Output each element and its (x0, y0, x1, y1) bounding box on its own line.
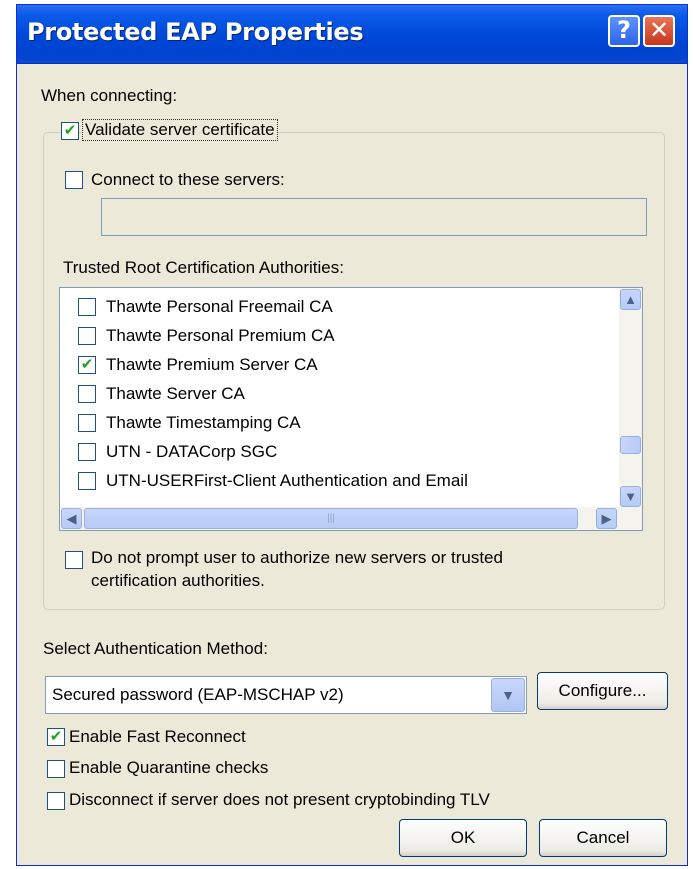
trusted-authorities-list[interactable]: Thawte Personal Freemail CA Thawte Perso… (59, 287, 643, 531)
fast-reconnect-checkbox[interactable]: ✔ (47, 728, 65, 746)
list-item[interactable]: UTN-USERFirst-Client Authentication and … (60, 467, 620, 496)
cancel-button[interactable]: Cancel (539, 819, 667, 857)
auth-method-select[interactable]: Secured password (EAP-MSCHAP v2) ▼ (45, 676, 527, 714)
list-item[interactable]: Thawte Timestamping CA (60, 409, 620, 438)
list-item[interactable]: Thawte Personal Freemail CA (60, 293, 620, 322)
horizontal-scroll-thumb[interactable]: ||| (84, 508, 578, 529)
list-item[interactable]: Thawte Personal Premium CA (60, 322, 620, 351)
no-prompt-label-line2[interactable]: certification authorities. (91, 571, 265, 591)
help-button[interactable]: ? (608, 15, 640, 47)
cryptobinding-checkbox[interactable] (47, 792, 65, 810)
quarantine-label[interactable]: Enable Quarantine checks (69, 758, 268, 778)
vertical-scrollbar[interactable]: ▲ ▼ (619, 288, 642, 508)
auth-method-value: Secured password (EAP-MSCHAP v2) (52, 685, 344, 704)
close-button[interactable]: ✕ (643, 15, 675, 47)
quarantine-checkbox[interactable] (47, 760, 65, 778)
ok-button[interactable]: OK (399, 819, 527, 857)
authority-checkbox[interactable] (78, 443, 96, 461)
scroll-up-icon[interactable]: ▲ (620, 289, 641, 310)
scroll-left-icon[interactable]: ◀ (61, 508, 82, 529)
vertical-scroll-thumb[interactable] (620, 436, 641, 454)
configure-button[interactable]: Configure... (537, 672, 668, 710)
authority-checkbox[interactable]: ✔ (78, 356, 96, 374)
authority-name: Thawte Personal Freemail CA (106, 297, 333, 316)
connect-servers-checkbox[interactable] (65, 171, 83, 189)
authority-name: UTN - DATACorp SGC (106, 442, 278, 461)
authority-checkbox[interactable] (78, 298, 96, 316)
list-item[interactable]: ✔ Thawte Premium Server CA (60, 351, 620, 380)
authority-name: Thawte Personal Premium CA (106, 326, 335, 345)
connect-servers-label[interactable]: Connect to these servers: (91, 170, 285, 190)
authority-checkbox[interactable] (78, 414, 96, 432)
authority-checkbox[interactable] (78, 327, 96, 345)
title-bar[interactable]: Protected EAP Properties ? ✕ (17, 5, 687, 64)
fast-reconnect-label[interactable]: Enable Fast Reconnect (69, 727, 246, 747)
dialog-window: Protected EAP Properties ? ✕ When connec… (16, 4, 688, 866)
authority-name: Thawte Timestamping CA (106, 413, 301, 432)
cryptobinding-label[interactable]: Disconnect if server does not present cr… (69, 790, 490, 810)
horizontal-scrollbar[interactable]: ◀ ||| ▶ (60, 507, 642, 530)
window-title: Protected EAP Properties (27, 18, 364, 46)
scroll-right-icon[interactable]: ▶ (596, 508, 617, 529)
auth-method-label: Select Authentication Method: (43, 639, 268, 658)
validate-cert-label[interactable]: Validate server certificate (82, 119, 278, 141)
list-item[interactable]: Thawte Server CA (60, 380, 620, 409)
authority-name: UTN-USERFirst-Client Authentication and … (106, 471, 468, 490)
when-connecting-label: When connecting: (41, 86, 178, 105)
authority-name: Thawte Premium Server CA (106, 355, 318, 374)
list-item[interactable]: UTN - DATACorp SGC (60, 438, 620, 467)
validate-cert-checkbox[interactable]: ✔ (61, 122, 79, 140)
no-prompt-label-line1[interactable]: Do not prompt user to authorize new serv… (91, 548, 503, 568)
authority-checkbox[interactable] (78, 385, 96, 403)
trusted-authorities-label: Trusted Root Certification Authorities: (63, 258, 344, 277)
authority-checkbox[interactable] (78, 472, 96, 490)
scroll-down-icon[interactable]: ▼ (620, 486, 641, 507)
no-prompt-checkbox[interactable] (65, 551, 83, 569)
chevron-down-icon[interactable]: ▼ (491, 678, 525, 712)
servers-input[interactable] (101, 198, 647, 236)
authority-name: Thawte Server CA (106, 384, 245, 403)
